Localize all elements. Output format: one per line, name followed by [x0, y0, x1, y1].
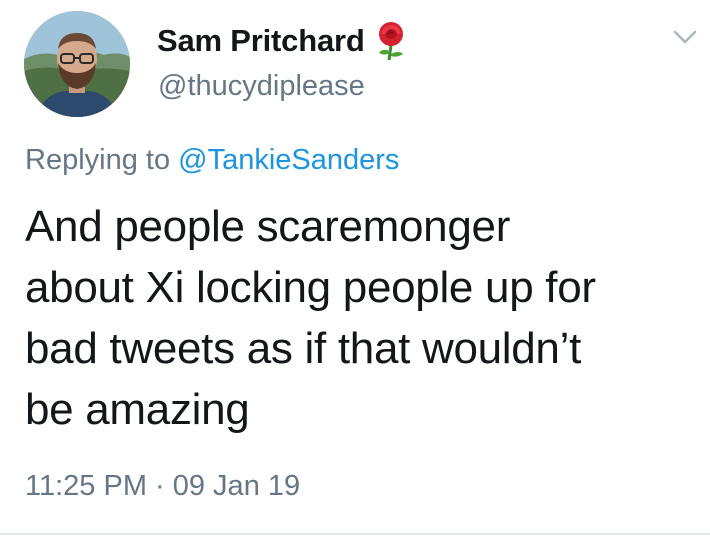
avatar[interactable] — [24, 11, 130, 117]
replying-to: Replying to @TankieSanders — [25, 144, 399, 177]
display-name[interactable]: Sam Pritchard — [157, 23, 365, 59]
rose-icon — [373, 21, 409, 61]
chevron-down-icon[interactable] — [672, 28, 698, 46]
tweet: Sam Pritchard @thucydiplease Replying to… — [0, 0, 710, 538]
tweet-text: And people scaremonger about Xi locking … — [25, 202, 596, 434]
display-name-row: Sam Pritchard — [157, 18, 409, 64]
replying-to-label: Replying to — [25, 144, 179, 176]
author-handle[interactable]: @thucydiplease — [158, 70, 365, 103]
avatar-photo — [24, 11, 130, 117]
tweet-timestamp[interactable]: 11:25 PM · 09 Jan 19 — [25, 470, 300, 503]
divider — [0, 533, 710, 535]
reply-mention-link[interactable]: @TankieSanders — [178, 144, 399, 176]
